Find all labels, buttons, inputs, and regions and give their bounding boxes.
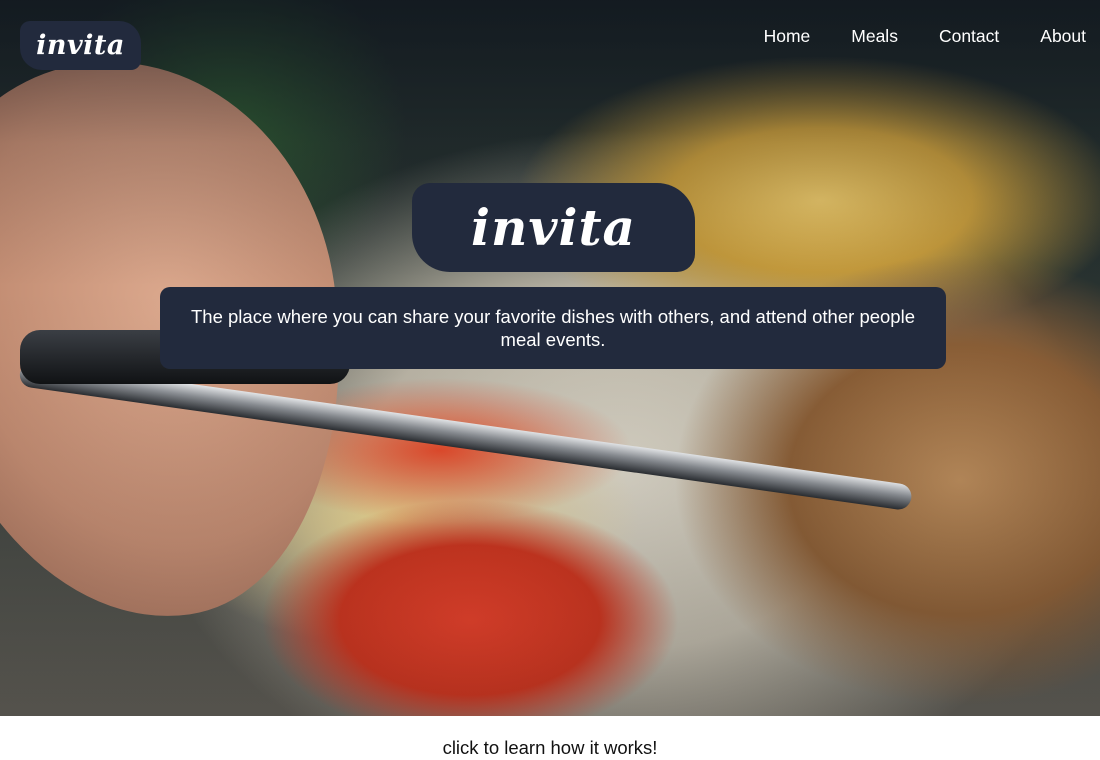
hero-logo: invita	[412, 183, 695, 272]
main-nav: Home Meals Contact About	[743, 20, 1086, 52]
nav-item-meals[interactable]: Meals	[831, 20, 919, 52]
nav-item-home[interactable]: Home	[743, 20, 831, 52]
nav-item-contact[interactable]: Contact	[918, 20, 1019, 52]
site-logo-text: invita	[36, 30, 125, 61]
how-it-works-link[interactable]: click to learn how it works!	[0, 736, 1100, 760]
hero-tagline-text: The place where you can share your favor…	[191, 306, 915, 350]
site-logo[interactable]: invita	[20, 21, 141, 70]
hero-tagline: The place where you can share your favor…	[160, 287, 946, 369]
nav-item-about[interactable]: About	[1020, 20, 1086, 52]
hero-logo-text: invita	[471, 198, 636, 257]
